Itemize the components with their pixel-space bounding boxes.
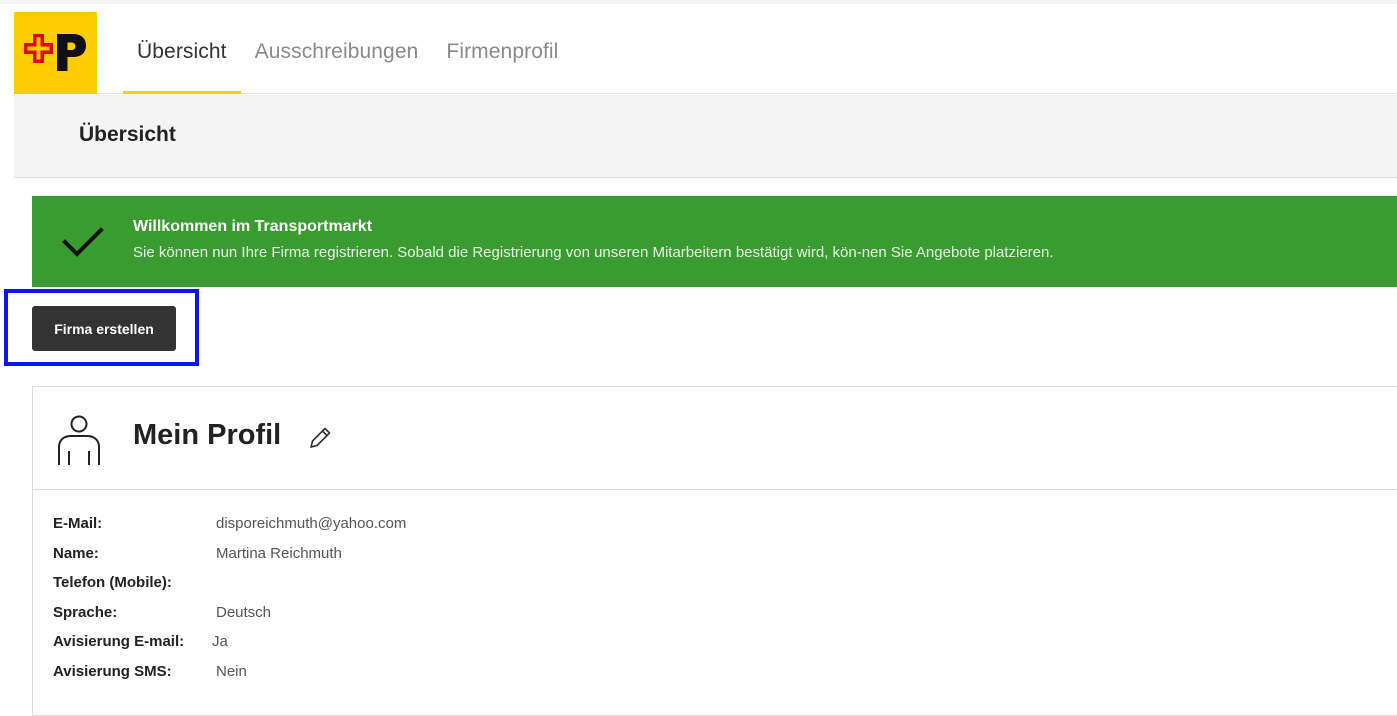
field-label: Sprache: [53,603,118,621]
create-company-button[interactable]: Firma erstellen [32,306,176,351]
field-label: E-Mail: [53,515,103,532]
top-strip [0,0,1397,4]
pencil-icon[interactable] [307,425,333,451]
field-value: Nein [216,662,247,680]
profile-card-header: Mein Profil [33,387,1397,490]
person-icon [58,415,100,465]
field-label: Avisierung E-mail: [53,633,185,651]
profile-card: Mein Profil E-Mail: disporeichmuth@yahoo… [32,386,1397,716]
tab-uebersicht[interactable]: Übersicht [123,10,241,94]
banner-title: Willkommen im Transportmarkt [133,218,373,235]
field-label: Avisierung SMS: [53,662,172,680]
field-value: disporeichmuth@yahoo.com [216,515,407,532]
swiss-post-logo[interactable] [14,12,97,94]
profile-title: Mein Profil [133,419,282,451]
main-nav: Übersicht Ausschreibungen Firmenprofil [123,10,572,94]
success-banner: Willkommen im Transportmarkt Sie können … [32,196,1397,287]
field-label: Telefon (Mobile): [53,574,172,592]
main-header: Übersicht Ausschreibungen Firmenprofil [14,10,1397,94]
tab-firmenprofil[interactable]: Firmenprofil [432,10,572,94]
field-value: Ja [212,633,228,651]
field-value: Deutsch [216,603,272,621]
field-label: Name: [53,544,99,562]
tab-ausschreibungen[interactable]: Ausschreibungen [241,10,433,94]
field-value: Martina Reichmuth [216,544,342,562]
checkmark-icon [62,227,104,257]
swiss-post-logo-icon [24,34,86,71]
banner-text: Sie können nun Ihre Firma registrieren. … [133,244,1054,261]
page-title: Übersicht [79,123,176,146]
page-title-bar: Übersicht [14,95,1397,178]
